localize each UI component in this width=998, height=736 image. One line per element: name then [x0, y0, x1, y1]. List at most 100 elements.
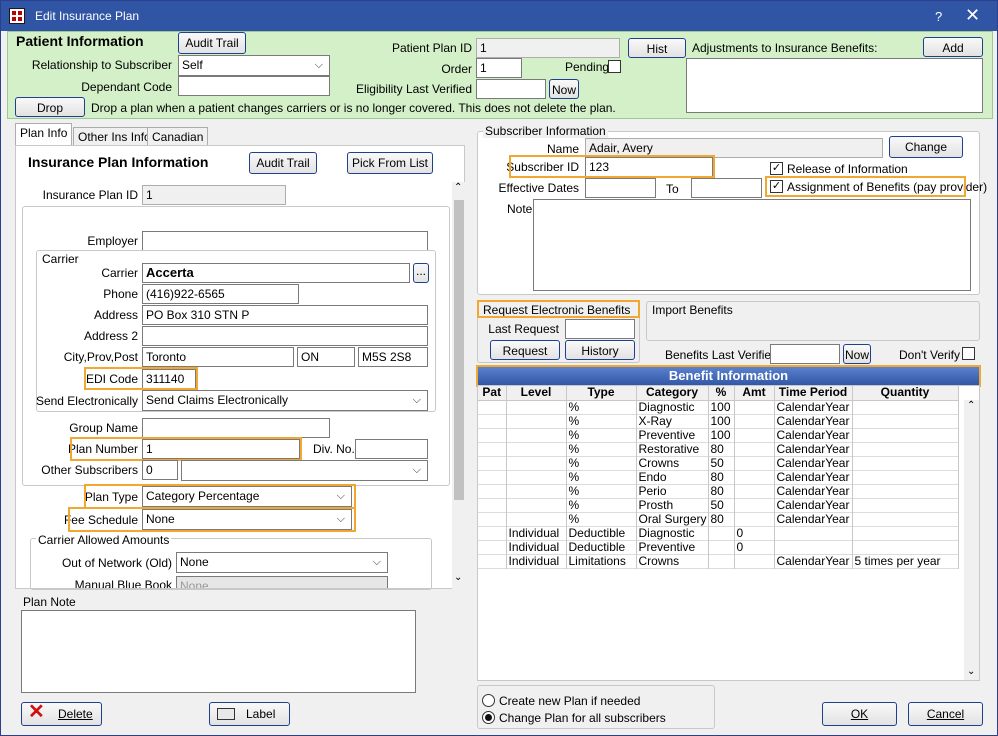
benefits-last-verified-input[interactable] [770, 344, 840, 364]
request-button[interactable]: Request [490, 340, 560, 360]
div-no-input[interactable] [355, 439, 428, 459]
employer-input[interactable] [142, 231, 428, 251]
benefit-scrollbar[interactable]: ⌃ ⌄ [964, 400, 979, 680]
dont-verify-checkbox[interactable] [962, 347, 975, 360]
eligibility-input[interactable] [476, 79, 546, 99]
drop-button[interactable]: Drop [15, 97, 85, 117]
benefit-cell: CalendarYear [774, 470, 853, 484]
benefit-row[interactable]: Individual Deductible Diagnostic 0 [478, 526, 959, 540]
benefit-cell: Oral Surgery [636, 512, 709, 526]
create-new-plan-radio[interactable] [482, 694, 495, 707]
tab-other-ins-info[interactable]: Other Ins Info [73, 127, 156, 147]
group-name-label: Group Name [69, 421, 138, 435]
benefit-table-panel[interactable]: Pat Level Type Category% Amt Time Period Quant… [477, 385, 980, 681]
address-label: Address [93, 308, 138, 322]
pick-from-list-button[interactable]: Pick From List [347, 152, 433, 174]
scroll-down-icon: ⌄ [454, 572, 463, 583]
benefit-cell [506, 470, 567, 484]
close-button[interactable]: ✕ [965, 5, 980, 26]
last-request-input[interactable] [565, 319, 635, 339]
send-electronically-select[interactable]: Send Claims Electronically ⌵ [142, 390, 428, 411]
benefit-information-header: Benefit Information [477, 366, 980, 386]
plan-scrollbar[interactable]: ⌃ ⌄ [452, 182, 466, 590]
benefit-row[interactable]: % Preventive 100 CalendarYear [478, 428, 959, 442]
ok-button[interactable]: OK [822, 702, 897, 726]
benefit-row[interactable]: % Endo 80 CalendarYear [478, 470, 959, 484]
carrier-input[interactable]: Accerta [142, 263, 410, 283]
benefit-cell: 100 [708, 414, 735, 428]
benefit-row[interactable]: % Oral Surgery 80 CalendarYear [478, 512, 959, 526]
benefit-row[interactable]: % Crowns 50 CalendarYear [478, 456, 959, 470]
pending-checkbox[interactable] [608, 60, 621, 73]
benefit-cell [734, 498, 775, 512]
plan-note-textarea[interactable] [21, 610, 416, 693]
plan-type-label: Plan Type [84, 490, 138, 504]
scroll-up-icon: ⌃ [454, 182, 463, 193]
benefit-row[interactable]: % X-Ray 100 CalendarYear [478, 414, 959, 428]
eligibility-now-button[interactable]: Now [549, 79, 579, 99]
adjustments-list[interactable] [686, 58, 983, 113]
change-plan-radio[interactable] [482, 711, 495, 724]
benefit-cell: % [566, 428, 637, 442]
city-input[interactable]: Toronto [142, 347, 294, 367]
phone-input[interactable]: (416)922-6565 [142, 284, 299, 304]
benefit-cell: % [566, 484, 637, 498]
benefit-cell [506, 414, 567, 428]
relationship-select[interactable]: Self ⌵ [178, 55, 330, 76]
postal-input[interactable]: M5S 2S8 [358, 347, 428, 367]
benefit-cell [774, 526, 853, 540]
benefit-row[interactable]: % Perio 80 CalendarYear [478, 484, 959, 498]
benefit-row[interactable]: % Prosth 50 CalendarYear [478, 498, 959, 512]
address-input[interactable]: PO Box 310 STN P [142, 305, 428, 325]
benefit-column-header: Type [566, 386, 637, 401]
release-of-information-checkbox[interactable]: ✓ [770, 162, 783, 175]
benefit-cell: 80 [708, 470, 735, 484]
hist-button[interactable]: Hist [628, 38, 686, 58]
plan-number-input[interactable]: 1 [142, 439, 300, 459]
carrier-label: Carrier [101, 266, 138, 280]
city-prov-post-label: City,Prov,Post [63, 350, 138, 364]
other-subscribers-select[interactable]: ⌵ [181, 460, 428, 481]
plan-type-select[interactable]: Category Percentage ⌵ [142, 486, 352, 507]
province-input[interactable]: ON [297, 347, 355, 367]
patient-audit-trail-button[interactable]: Audit Trail [178, 32, 246, 54]
other-subscribers-input[interactable]: 0 [142, 460, 178, 480]
change-subscriber-button[interactable]: Change [889, 136, 963, 158]
subscriber-note-textarea[interactable] [533, 199, 971, 291]
group-name-input[interactable] [142, 418, 330, 438]
benefit-row[interactable]: % Restorative 80 CalendarYear [478, 442, 959, 456]
benefit-cell [852, 498, 959, 512]
address2-input[interactable] [142, 326, 428, 346]
benefit-cell [734, 428, 775, 442]
delete-button[interactable]: ✕ Delete [21, 701, 102, 726]
add-adjustment-button[interactable]: Add [923, 37, 983, 57]
benefit-cell [478, 498, 507, 512]
scroll-thumb[interactable] [454, 200, 464, 500]
subscriber-id-input[interactable]: 123 [585, 157, 713, 177]
order-input[interactable]: 1 [476, 58, 522, 78]
effective-to-input[interactable] [691, 178, 762, 198]
assignment-of-benefits-checkbox[interactable]: ✓ [770, 180, 783, 193]
import-benefits-label: Import Benefits [652, 303, 733, 317]
benefit-row[interactable]: Individual Deductible Preventive 0 [478, 540, 959, 554]
benefit-row[interactable]: Individual Limitations Crowns CalendarYear 5… [478, 554, 959, 568]
benefit-cell [852, 526, 959, 540]
fee-schedule-select[interactable]: None ⌵ [142, 509, 352, 530]
plan-audit-trail-button[interactable]: Audit Trail [249, 152, 317, 174]
benefits-verified-now-button[interactable]: Now [843, 344, 871, 364]
edi-code-input[interactable]: 311140 [142, 369, 196, 389]
dependant-code-input[interactable] [178, 76, 330, 96]
history-button[interactable]: History [565, 340, 635, 360]
cancel-button[interactable]: Cancel [908, 702, 983, 726]
tab-plan-info[interactable]: Plan Info [15, 123, 73, 145]
benefit-cell [774, 540, 853, 554]
effective-from-input[interactable] [585, 178, 656, 198]
carrier-ellipsis-button[interactable]: ... [413, 263, 429, 283]
label-button[interactable]: Label [209, 702, 290, 726]
out-of-network-select[interactable]: None ⌵ [176, 552, 388, 573]
tab-canadian[interactable]: Canadian [147, 127, 209, 147]
help-button[interactable]: ? [935, 9, 942, 24]
benefit-row[interactable]: % Diagnostic 100 CalendarYear [478, 400, 959, 414]
benefit-cell: Preventive [636, 540, 709, 554]
pending-label: Pending [565, 60, 610, 74]
